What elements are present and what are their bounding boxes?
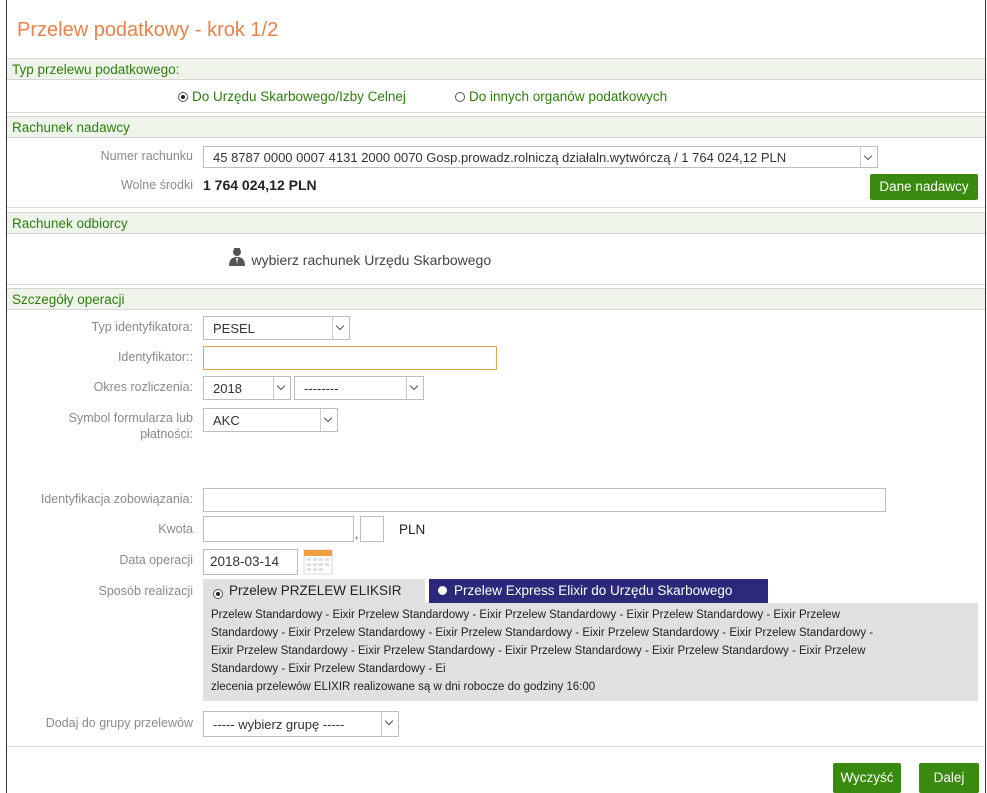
next-button[interactable]: Dalej [919, 763, 979, 793]
funds-value: 1 764 024,12 PLN [203, 177, 317, 193]
obligation-input[interactable] [203, 488, 886, 512]
group-value: ----- wybierz grupę ----- [213, 717, 345, 732]
chevron-down-icon [860, 147, 877, 167]
radio-other-authorities[interactable]: Do innych organów podatkowych [455, 88, 667, 106]
info-line: zlecenia przelewów ELIXIR realizowane są… [211, 681, 596, 693]
group-select[interactable]: ----- wybierz grupę ----- [203, 711, 399, 737]
section-title: Rachunek nadawcy [12, 120, 130, 135]
sender-details-button[interactable]: Dane nadawcy [870, 174, 978, 200]
currency-label: PLN [399, 522, 426, 537]
identifier-input[interactable] [203, 346, 497, 370]
radio-button[interactable] [438, 586, 447, 595]
info-line: Standardowy - Eixir Przelew Standardowy … [211, 663, 446, 675]
mode-option-express[interactable]: Przelew Express Elixir do Urzędu Skarbow… [429, 579, 768, 603]
radio-button[interactable] [178, 92, 188, 102]
account-select[interactable]: 45 8787 0000 0007 4131 2000 0070 Gosp.pr… [203, 146, 878, 168]
user-icon [229, 248, 245, 266]
radio-label: Do innych organów podatkowych [469, 89, 668, 104]
mode-option-label: Przelew Express Elixir do Urzędu Skarbow… [454, 583, 733, 598]
period-year-select[interactable]: 2018 [203, 376, 291, 400]
amount-separator: , [355, 527, 359, 541]
chevron-down-icon [406, 377, 423, 399]
date-value: 2018-03-14 [210, 554, 280, 569]
account-label: Numer rachunku [100, 149, 193, 163]
section-body-type: Do Urzędu Skarbowego/Izby Celnej Do inny… [7, 80, 985, 113]
info-line: Przelew Standardowy - Eixir Przelew Stan… [211, 609, 840, 621]
page-title: Przelew podatkowy - krok 1/2 [17, 19, 279, 41]
section-header-details: Szczegóły operacji [7, 288, 985, 310]
radio-button[interactable] [455, 92, 465, 102]
symbol-value: AKC [213, 413, 240, 428]
choose-tax-office-label: wybierz rachunek Urzędu Skarbowego [251, 252, 492, 268]
mode-label: Sposób realizacji [98, 584, 194, 598]
chevron-down-icon [320, 409, 337, 431]
period-sub-select[interactable]: -------- [294, 376, 424, 400]
radio-tax-office[interactable]: Do Urzędu Skarbowego/Izby Celnej [178, 88, 406, 106]
date-label: Data operacji [119, 553, 193, 567]
section-body-sender: Numer rachunku 45 8787 0000 0007 4131 20… [7, 138, 985, 208]
mode-option-standard[interactable]: Przelew PRZELEW ELIKSIR [203, 579, 425, 603]
group-label: Dodaj do grupy przelewów [45, 716, 193, 730]
id-type-select[interactable]: PESEL [203, 316, 350, 340]
id-type-label: Typ identyfikatora: [91, 320, 193, 334]
radio-wrap [213, 585, 227, 603]
symbol-label-line2: płatności: [140, 427, 193, 441]
chevron-down-icon [332, 317, 349, 339]
info-line: Standardowy - Eixir Przelew Standardowy … [211, 627, 874, 639]
section-title: Szczegóły operacji [12, 292, 125, 307]
identifier-label: Identyfikator:: [117, 350, 193, 364]
symbol-label-line1: Symbol formularza lub [68, 411, 193, 425]
section-header-type: Typ przelewu podatkowego: [7, 58, 985, 80]
id-type-value: PESEL [213, 321, 255, 336]
account-value: 45 8787 0000 0007 4131 2000 0070 Gosp.pr… [213, 150, 787, 165]
radio-button[interactable] [213, 589, 223, 599]
info-line: Eixir Przelew Standardowy - Eixir Przele… [211, 645, 866, 657]
symbol-select[interactable]: AKC [203, 408, 338, 432]
date-input[interactable]: 2018-03-14 [203, 549, 298, 575]
clear-button[interactable]: Wyczyść [833, 763, 901, 793]
chevron-down-icon [381, 712, 398, 736]
divider [7, 746, 985, 747]
amount-label: Kwota [158, 522, 193, 536]
chevron-down-icon [273, 377, 290, 399]
section-title: Typ przelewu podatkowego: [12, 62, 180, 77]
radio-label: Do Urzędu Skarbowego/Izby Celnej [192, 89, 406, 104]
symbol-label: Symbol formularza lub płatności: [7, 410, 193, 442]
amount-whole-input[interactable] [203, 516, 354, 542]
section-title: Rachunek odbiorcy [12, 216, 128, 231]
period-label: Okres rozliczenia: [93, 380, 193, 394]
obligation-label: Identyfikacja zobowiązania: [40, 492, 193, 506]
period-year-value: 2018 [213, 381, 242, 396]
section-header-recipient: Rachunek odbiorcy [7, 212, 985, 234]
funds-label: Wolne środki [120, 178, 193, 192]
mode-info-box: Przelew Standardowy - Eixir Przelew Stan… [203, 603, 978, 701]
amount-fraction-input[interactable] [360, 516, 384, 542]
calendar-icon[interactable] [303, 547, 333, 575]
form-frame: Przelew podatkowy - krok 1/2 Typ przelew… [6, 0, 986, 793]
section-body-recipient: wybierz rachunek Urzędu Skarbowego [7, 234, 985, 285]
section-header-sender: Rachunek nadawcy [7, 116, 985, 138]
choose-tax-office-link[interactable]: wybierz rachunek Urzędu Skarbowego [227, 247, 491, 270]
period-sub-value: -------- [304, 381, 339, 396]
mode-option-label: Przelew PRZELEW ELIKSIR [229, 583, 402, 598]
